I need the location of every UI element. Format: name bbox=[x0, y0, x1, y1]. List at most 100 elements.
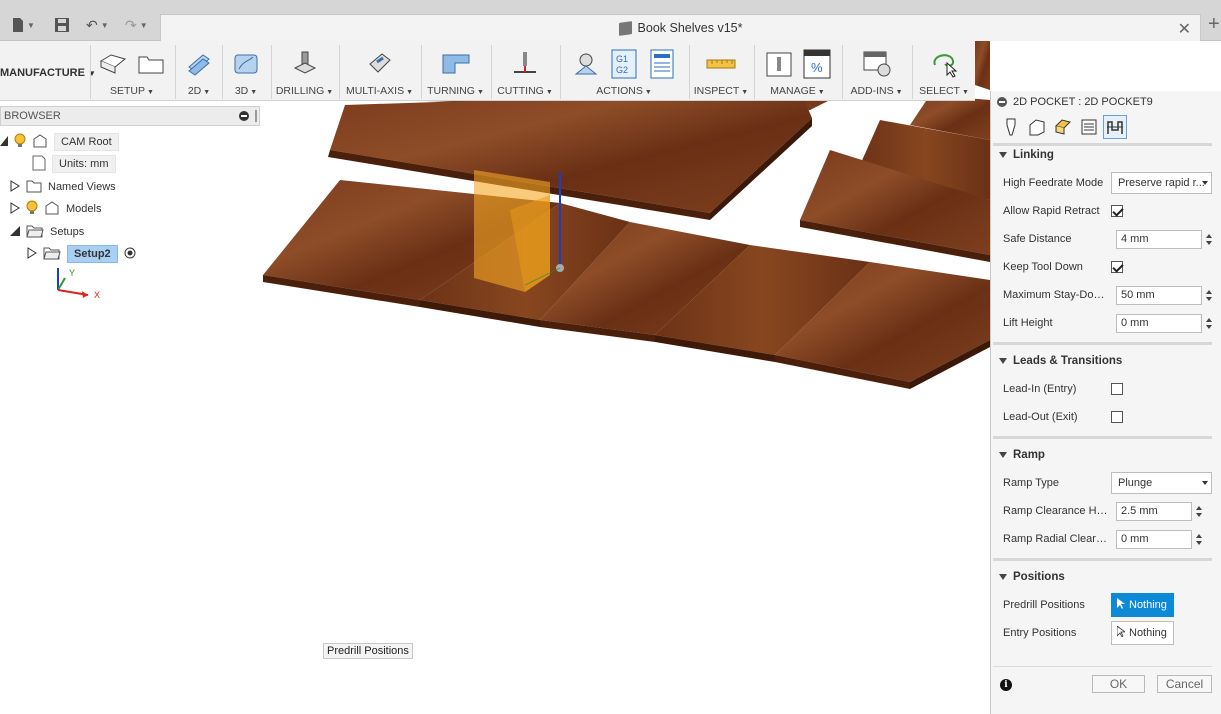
workspace-switcher[interactable]: MANUFACTURE ▼ bbox=[0, 67, 96, 79]
toolbar-group-manage[interactable]: % MANAGE ▼ bbox=[754, 45, 840, 99]
post-process-icon[interactable]: G1 G2 bbox=[609, 49, 639, 79]
tree-item-setup2[interactable]: Setup2 bbox=[27, 244, 142, 264]
toolbar-group-drilling[interactable]: DRILLING ▼ bbox=[271, 45, 337, 99]
tree-item-cam-root[interactable]: CAM Root bbox=[0, 132, 119, 152]
section-leads-header[interactable]: Leads & Transitions bbox=[999, 355, 1122, 367]
percent-icon[interactable]: % bbox=[802, 49, 832, 79]
section-linking-header[interactable]: Linking bbox=[999, 149, 1054, 161]
active-setup-radio-icon[interactable] bbox=[124, 247, 136, 262]
keep-tool-down-checkbox[interactable] bbox=[1111, 261, 1123, 273]
ramp-clearance-height-label: Ramp Clearance Hei... bbox=[1003, 505, 1111, 517]
group-label-cutting: CUTTING bbox=[497, 85, 544, 97]
section-positions-title: Positions bbox=[1013, 571, 1065, 583]
setup-sheet-icon[interactable] bbox=[647, 49, 677, 79]
spinner-arrows-icon[interactable] bbox=[1203, 286, 1215, 305]
3d-viewport[interactable]: Predrill Positions bbox=[0, 41, 990, 714]
new-tab-icon[interactable]: + bbox=[1208, 13, 1220, 36]
expand-right-icon[interactable] bbox=[27, 246, 37, 262]
predrill-positions-select-button[interactable]: Nothing bbox=[1111, 593, 1174, 617]
document-tab[interactable]: Book Shelves v15* ✕ bbox=[160, 14, 1201, 41]
simulate-icon[interactable] bbox=[571, 49, 601, 79]
document-cube-icon bbox=[618, 20, 632, 36]
expand-right-icon[interactable] bbox=[10, 201, 20, 217]
toolbar-group-3d[interactable]: 3D ▼ bbox=[222, 45, 269, 99]
tree-item-named-views[interactable]: Named Views bbox=[10, 177, 116, 197]
ok-button[interactable]: OK bbox=[1092, 675, 1145, 693]
select-lasso-icon[interactable] bbox=[929, 49, 959, 79]
expand-down-icon[interactable] bbox=[10, 225, 20, 239]
2d-pocket-icon[interactable] bbox=[184, 49, 214, 79]
entry-positions-select-button[interactable]: Nothing bbox=[1111, 621, 1174, 645]
allow-rapid-retract-checkbox[interactable] bbox=[1111, 205, 1123, 217]
expand-down-icon[interactable] bbox=[0, 135, 8, 149]
tab-heights[interactable] bbox=[1051, 115, 1075, 139]
spinner-arrows-icon[interactable] bbox=[1193, 502, 1205, 521]
tree-item-setups[interactable]: Setups bbox=[10, 222, 84, 242]
folder-setup-icon[interactable] bbox=[136, 49, 166, 79]
3d-adaptive-icon[interactable] bbox=[231, 49, 261, 79]
collapse-browser-icon[interactable] bbox=[239, 111, 249, 121]
cancel-button[interactable]: Cancel bbox=[1157, 675, 1212, 693]
geometry-tab-icon bbox=[1029, 119, 1045, 136]
svg-text:G2: G2 bbox=[616, 65, 628, 75]
toolbar-group-2d[interactable]: 2D ▼ bbox=[175, 45, 222, 99]
tree-label-models: Models bbox=[66, 203, 102, 215]
lightbulb-icon[interactable] bbox=[26, 200, 38, 219]
info-icon[interactable]: i bbox=[1000, 679, 1012, 691]
collapse-dialog-icon[interactable] bbox=[997, 97, 1007, 107]
shelf-model[interactable] bbox=[0, 41, 990, 714]
high-feedrate-mode-value: Preserve rapid r... bbox=[1118, 177, 1205, 189]
drilling-icon[interactable] bbox=[290, 49, 320, 79]
browser-resize-handle[interactable] bbox=[255, 110, 257, 122]
toolbar-group-multi-axis[interactable]: MULTI-AXIS ▼ bbox=[339, 45, 419, 99]
toolbar-group-turning[interactable]: TURNING ▼ bbox=[421, 45, 489, 99]
toolbar-group-inspect[interactable]: INSPECT ▼ bbox=[689, 45, 752, 99]
tree-item-models[interactable]: Models bbox=[10, 199, 101, 219]
cutting-icon[interactable] bbox=[510, 49, 540, 79]
tab-passes[interactable] bbox=[1077, 115, 1101, 139]
safe-distance-value: 4 mm bbox=[1121, 233, 1149, 245]
toolbar-group-select[interactable]: SELECT ▼ bbox=[912, 45, 975, 99]
axis-label-x: X bbox=[94, 290, 101, 300]
lift-height-value: 0 mm bbox=[1121, 317, 1149, 329]
toolbar-group-cutting[interactable]: CUTTING ▼ bbox=[491, 45, 558, 99]
spinner-arrows-icon[interactable] bbox=[1203, 230, 1215, 249]
group-label-multi-axis: MULTI-AXIS bbox=[345, 85, 405, 97]
turning-icon[interactable] bbox=[441, 49, 471, 79]
toolbar-group-setup[interactable]: SETUP ▼ bbox=[90, 45, 173, 99]
dialog-titlebar[interactable]: 2D POCKET : 2D POCKET9 bbox=[991, 91, 1221, 113]
tab-geometry[interactable] bbox=[1025, 115, 1049, 139]
tab-linking[interactable] bbox=[1103, 115, 1127, 139]
file-menu-button[interactable]: ▼ bbox=[12, 12, 35, 38]
scripts-addins-icon[interactable] bbox=[862, 49, 892, 79]
lift-height-input[interactable]: 0 mm bbox=[1116, 313, 1212, 333]
setup-icon[interactable] bbox=[98, 49, 128, 79]
high-feedrate-mode-select[interactable]: Preserve rapid r... bbox=[1111, 172, 1212, 194]
safe-distance-input[interactable]: 4 mm bbox=[1116, 229, 1212, 249]
lead-in-checkbox[interactable] bbox=[1111, 383, 1123, 395]
ramp-radial-clearance-label: Ramp Radial Clearan... bbox=[1003, 533, 1111, 545]
tree-item-units[interactable]: Units: mm bbox=[32, 154, 116, 174]
ramp-clearance-height-input[interactable]: 2.5 mm bbox=[1116, 501, 1202, 521]
save-button[interactable] bbox=[55, 12, 69, 38]
section-positions-header[interactable]: Positions bbox=[999, 571, 1065, 583]
close-tab-icon[interactable]: ✕ bbox=[1178, 19, 1191, 39]
expand-right-icon[interactable] bbox=[10, 179, 20, 195]
multi-axis-icon[interactable] bbox=[365, 49, 395, 79]
spinner-arrows-icon[interactable] bbox=[1203, 314, 1215, 333]
spinner-arrows-icon[interactable] bbox=[1193, 530, 1205, 549]
tab-tool[interactable] bbox=[999, 115, 1023, 139]
toolbar-group-actions[interactable]: G1 G2 ACTIONS ▼ bbox=[560, 45, 687, 99]
browser-panel-header[interactable]: BROWSER bbox=[0, 106, 260, 126]
undo-button[interactable]: ↶ ▼ bbox=[86, 12, 109, 38]
redo-button[interactable]: ↷ ▼ bbox=[125, 12, 148, 38]
lead-out-checkbox[interactable] bbox=[1111, 411, 1123, 423]
toolbar-group-add-ins[interactable]: ADD-INS ▼ bbox=[842, 45, 910, 99]
lightbulb-icon[interactable] bbox=[14, 133, 26, 152]
maximum-stay-down-input[interactable]: 50 mm bbox=[1116, 285, 1212, 305]
section-ramp-header[interactable]: Ramp bbox=[999, 449, 1045, 461]
ramp-radial-clearance-input[interactable]: 0 mm bbox=[1116, 529, 1202, 549]
measure-icon[interactable] bbox=[706, 49, 736, 79]
ramp-type-select[interactable]: Plunge bbox=[1111, 472, 1212, 494]
tool-library-icon[interactable] bbox=[764, 49, 794, 79]
